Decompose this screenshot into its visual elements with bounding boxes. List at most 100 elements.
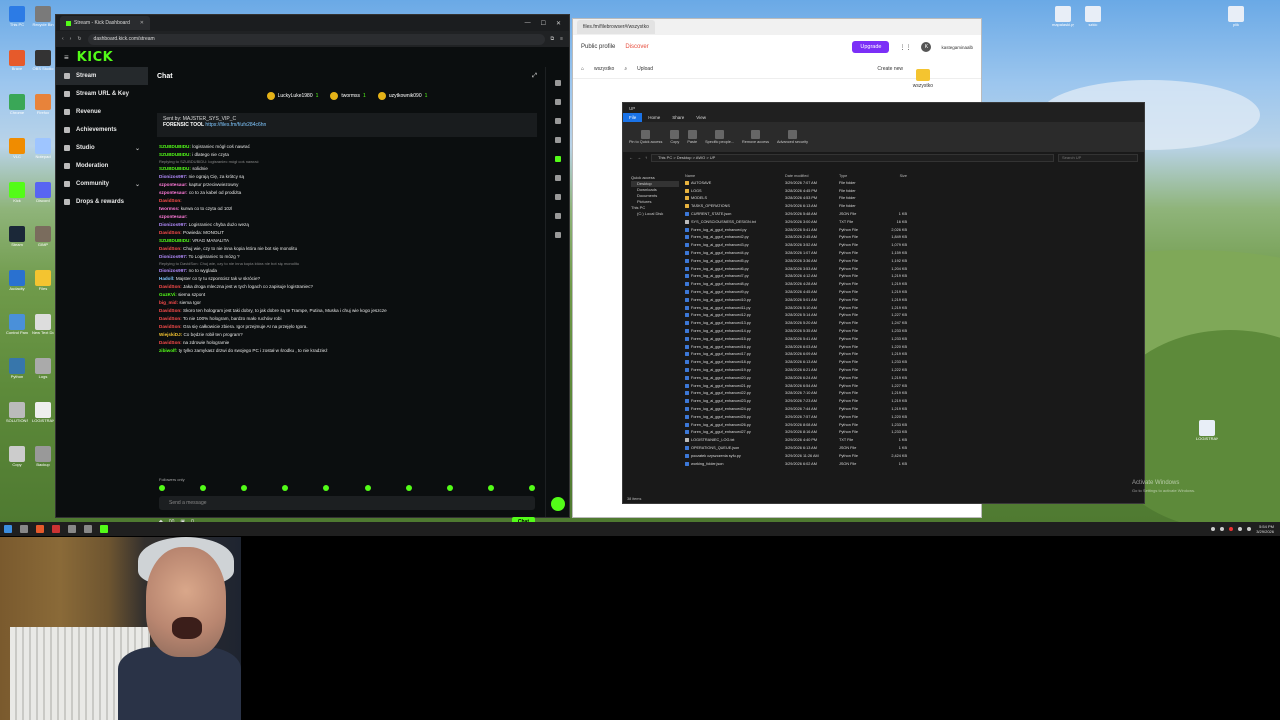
folder-crumb[interactable]: wszystko [594,66,614,72]
desktop-icon[interactable]: mapalaski.py [1052,6,1074,27]
chat-username[interactable]: zibiwolf: [159,348,177,353]
file-row[interactable]: Foren_log_ai_gguf_enhanced4.py 3/28/2026 … [685,249,1144,257]
folder-tile[interactable]: wszystko [913,69,933,89]
hamburger-icon[interactable]: ≡ [64,53,69,62]
desktop-icon[interactable]: szkic [1082,6,1104,27]
chat-username[interactable]: DavidSon: [159,284,182,289]
column-header-date-modified[interactable]: Date modified [785,174,839,178]
desktop-icon[interactable]: GIMP [32,226,54,247]
column-header-size[interactable]: Size [883,174,907,178]
emote-icon[interactable] [364,485,371,491]
column-header-name[interactable]: Name [685,174,785,178]
file-row[interactable]: Foren_log_ai_gguf_enhanced23.py 3/29/2026… [685,397,1144,405]
file-row[interactable]: Foren_log_ai_gguf_enhanced10.py 3/28/2026… [685,296,1144,304]
desktop-icon[interactable]: Recycle Bin [32,6,54,27]
chat-username[interactable]: SZUBDUBIDU: [159,238,191,243]
desktop-icon[interactable]: Copy [6,446,28,467]
emote-icon[interactable] [405,485,412,491]
desktop-icon[interactable]: Audacity [6,270,28,291]
discover-link[interactable]: Discover [625,44,648,50]
file-row[interactable]: working_folder.json 3/29/2026 6:02 AM JSON… [685,460,1144,468]
rail-edit-icon[interactable] [554,99,561,105]
desktop-icon[interactable]: Discord [32,182,54,203]
desktop-icon[interactable]: SOLUTIONS [6,402,28,423]
chat-username[interactable]: DavidSon: [159,316,182,321]
sidebar-item-drops-rewards[interactable]: Drops & rewards [56,193,148,211]
chat-username[interactable]: Hadoll: [159,276,175,281]
rail-home-icon[interactable] [554,80,561,86]
public-profile-link[interactable]: Public profile [581,44,615,50]
emote-icon[interactable] [446,485,453,491]
chat-username[interactable]: Dionizos997: [159,174,187,179]
file-row[interactable]: Foren_log_ai_gguf_enhanced17.py 3/28/2026… [685,351,1144,359]
rail-settings-icon[interactable] [554,137,561,143]
desktop-icon[interactable]: Brave [6,50,28,71]
desktop-icon[interactable]: Files [32,270,54,291]
tab-kick-dashboard[interactable]: Stream - Kick Dashboard ✕ [60,16,150,30]
pinned-link[interactable]: https://files.fm/f/ufx284c6hn [205,122,266,128]
home-icon[interactable]: ⌂ [581,66,584,72]
file-row[interactable]: Foren_log_ai_gguf_enhanced25.py 3/29/2026… [685,413,1144,421]
file-row[interactable]: Foren_log_ai_gguf_enhanced12.py 3/28/2026… [685,312,1144,320]
chat-username[interactable]: WiejskiDJ: [159,332,182,337]
tray-icon[interactable] [1211,527,1216,531]
chat-username[interactable]: GuzKVi: [159,292,177,297]
create-new-button[interactable]: Create new [877,66,903,72]
sidebar-item-community[interactable]: Community ⌄ [56,175,148,193]
maximize-icon[interactable]: ☐ [541,20,546,27]
file-row[interactable]: MODELS 3/28/2026 4:53 PM File folder [685,195,1144,203]
taskbar-obs-icon[interactable] [84,525,92,533]
column-header-type[interactable]: Type [839,174,883,178]
file-row[interactable]: Foren_log_ai_gguf_enhanced6.py 3/28/2026 … [685,265,1144,273]
desktop-icon[interactable]: Firefox [32,94,54,115]
file-row[interactable]: Foren_log_ai_gguf_enhanced3.py 3/28/2026 … [685,241,1144,249]
emote-icon[interactable] [323,485,330,491]
desktop-icon[interactable]: LOGISTRAN... [1196,420,1218,441]
ribbon-button[interactable]: Paste [687,130,697,144]
file-row[interactable]: Foren_log_ai_gguf_enhanced24.py 3/29/2026… [685,405,1144,413]
forward-icon[interactable]: → [637,155,641,160]
ribbon-button[interactable]: Pin to Quick access [629,130,662,144]
file-row[interactable]: Foren_log_ai_gguf_enhanced.py 3/28/2026 5… [685,226,1144,234]
file-row[interactable]: Foren_log_ai_gguf_enhanced9.py 3/28/2026 … [685,288,1144,296]
file-row[interactable]: Foren_log_ai_gguf_enhanced27.py 3/29/2026… [685,429,1144,437]
chat-username[interactable]: DavidSon: [159,198,182,203]
extensions-icon[interactable]: ⧉ [551,36,555,42]
volume-icon[interactable] [1247,527,1252,531]
avatar[interactable]: K [921,42,932,52]
sidebar-item-revenue[interactable]: Revenue [56,103,148,121]
file-row[interactable]: LOGS 3/28/2026 4:45 PM File folder [685,187,1144,195]
taskbar-brave-icon[interactable] [36,525,44,533]
desktop-icon[interactable]: Backup [32,446,54,467]
sidebar-item-studio[interactable]: Studio ⌄ [56,139,148,157]
leaderboard-entry[interactable]: twormss 1 [330,92,366,100]
file-row[interactable]: LOGISTRANIEC_LOG.txt 3/29/2026 4:40 PM TXT… [685,436,1144,444]
leaderboard-entry[interactable]: uzytkownik090 1 [377,92,427,100]
chat-username[interactable]: SZUBDUBIDU: [159,144,191,149]
file-row[interactable]: Foren_log_ai_gguf_enhanced18.py 3/28/2026… [685,358,1144,366]
upload-button[interactable]: Upload [637,66,653,72]
taskbar-search-icon[interactable] [20,525,28,533]
ribbon-button[interactable]: Copy [670,130,680,144]
close-tab-icon[interactable]: ✕ [140,20,144,26]
clock[interactable]: 5:54 PM 3/29/2026 [1256,524,1274,534]
filesfm-url[interactable]: files.fm/filebrowser#/wszystko [577,20,655,34]
apps-grid-icon[interactable]: ⋮⋮ [899,44,911,51]
minimize-icon[interactable]: — [525,20,531,27]
explorer-search-input[interactable]: Search UP [1058,153,1138,162]
tray-icon[interactable] [1229,527,1234,531]
chevron-down-icon[interactable]: ⌄ [135,145,140,152]
back-icon[interactable]: ← [629,155,633,160]
file-row[interactable]: Foren_log_ai_gguf_enhanced8.py 3/28/2026 … [685,280,1144,288]
file-row[interactable]: Foren_log_ai_gguf_enhanced14.py 3/28/2026… [685,327,1144,335]
chat-username[interactable]: Dionizos997: [159,254,187,259]
ribbon-button[interactable]: Remove access [742,130,769,144]
file-row[interactable]: AUTOSAVE 3/29/2026 7:07 AM File folder [685,179,1144,187]
forward-icon[interactable]: › [70,36,72,42]
ribbon-tab-file[interactable]: File [623,113,643,122]
tray-icon[interactable] [1220,527,1225,531]
file-row[interactable]: poczatek czyszczenia syfu.py 3/29/2026 11… [685,452,1144,460]
chat-username[interactable]: DavidSon: [159,308,182,313]
rail-mod-icon[interactable] [554,194,561,200]
file-row[interactable]: Foren_log_ai_gguf_enhanced22.py 3/28/2026… [685,390,1144,398]
